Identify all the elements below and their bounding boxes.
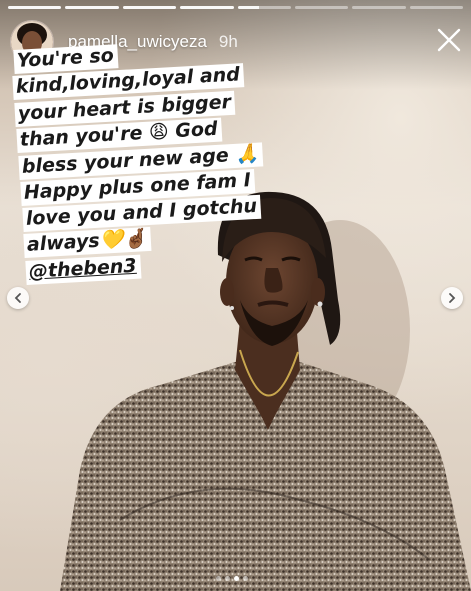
progress-segment — [294, 6, 349, 9]
pagination-dot — [225, 576, 230, 581]
pagination-dot — [216, 576, 221, 581]
progress-segment-current — [237, 6, 291, 9]
pagination-dot-active — [234, 576, 239, 581]
progress-segment — [65, 6, 119, 9]
chevron-right-icon — [449, 293, 456, 303]
pagination-dots — [216, 576, 248, 581]
story-viewer: pamella_uwicyeza 9h You're so kind,lovin… — [0, 0, 471, 591]
progress-segment — [8, 6, 62, 9]
next-button[interactable] — [441, 287, 463, 309]
previous-button[interactable] — [7, 287, 29, 309]
progress-segment — [180, 6, 234, 9]
close-button[interactable] — [436, 27, 462, 53]
pagination-dot — [243, 576, 248, 581]
progress-segment — [122, 6, 177, 9]
chevron-left-icon — [14, 293, 21, 303]
progress-segment — [352, 6, 406, 9]
story-progress-bar — [8, 6, 463, 9]
progress-segment — [409, 6, 463, 9]
close-icon — [437, 28, 461, 52]
timestamp: 9h — [218, 32, 238, 51]
